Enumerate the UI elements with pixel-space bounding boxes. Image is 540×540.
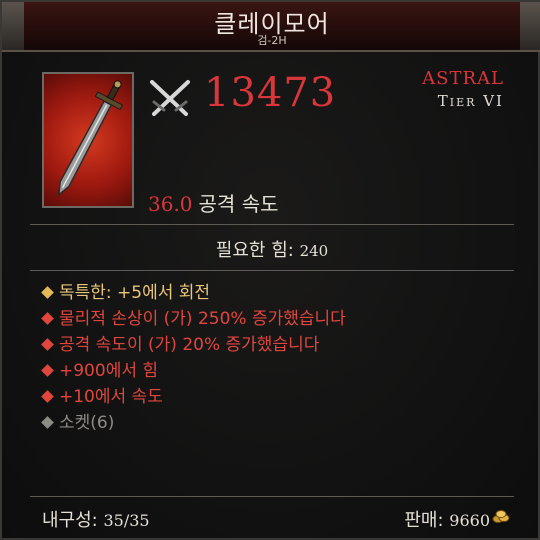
attack-speed: 36.0 공격 속도 (148, 188, 279, 217)
durability-label: 내구성: (42, 510, 98, 531)
attack-speed-label: 공격 속도 (198, 192, 279, 216)
attack-speed-value: 36.0 (148, 192, 193, 216)
item-image (42, 72, 134, 208)
gold-diamond-icon (41, 285, 54, 299)
item-type: 검-2H (257, 34, 287, 47)
red-diamond-icon (41, 363, 54, 377)
affix-list: 독특한: +5에서 회전 물리적 손상이 (가) 250% 증가했습니다 공격 … (40, 280, 520, 436)
sell-label: 판매: (404, 510, 444, 531)
red-diamond-icon (41, 337, 54, 351)
divider (30, 224, 514, 225)
sell-price: 판매: 9660 (404, 506, 490, 532)
affix-magic: 물리적 손상이 (가) 250% 증가했습니다 (40, 306, 520, 332)
requirement: 필요한 힘: 240 (2, 236, 540, 262)
sell-value: 9660 (449, 511, 490, 530)
sword-icon (57, 80, 124, 197)
affix-text: +10에서 속도 (59, 387, 163, 407)
durability: 내구성: 35/35 (42, 506, 150, 532)
affix-text: 소켓(6) (59, 413, 115, 433)
rarity-label: ASTRAL (422, 68, 504, 89)
requirement-value: 240 (299, 242, 329, 260)
affix-unique: 독특한: +5에서 회전 (40, 280, 520, 306)
item-tooltip: 클레이모어 검-2H 13473 ASTRAL Tier VI 36.0 공격 속… (0, 0, 540, 540)
divider (30, 496, 514, 497)
affix-magic: 공격 속도이 (가) 20% 증가했습니다 (40, 332, 520, 358)
affix-sockets: 소켓(6) (40, 410, 520, 436)
affix-text: 독특한: +5에서 회전 (59, 283, 211, 303)
affix-text: +900에서 힘 (59, 361, 159, 381)
red-diamond-icon (41, 389, 54, 403)
tier-label: Tier VI (437, 92, 504, 110)
affix-magic: +900에서 힘 (40, 358, 520, 384)
requirement-label: 필요한 힘: (215, 240, 294, 261)
affix-magic: +10에서 속도 (40, 384, 520, 410)
durability-value: 35/35 (103, 511, 150, 530)
tooltip-header: 클레이모어 검-2H (2, 2, 540, 52)
crossed-swords-icon (150, 80, 190, 116)
grey-diamond-icon (41, 415, 54, 429)
red-diamond-icon (41, 311, 54, 325)
affix-text: 공격 속도이 (가) 20% 증가했습니다 (59, 335, 320, 355)
gold-coins-icon (492, 510, 510, 523)
affix-text: 물리적 손상이 (가) 250% 증가했습니다 (59, 309, 346, 329)
divider (30, 270, 514, 271)
damage-value: 13473 (204, 70, 337, 116)
